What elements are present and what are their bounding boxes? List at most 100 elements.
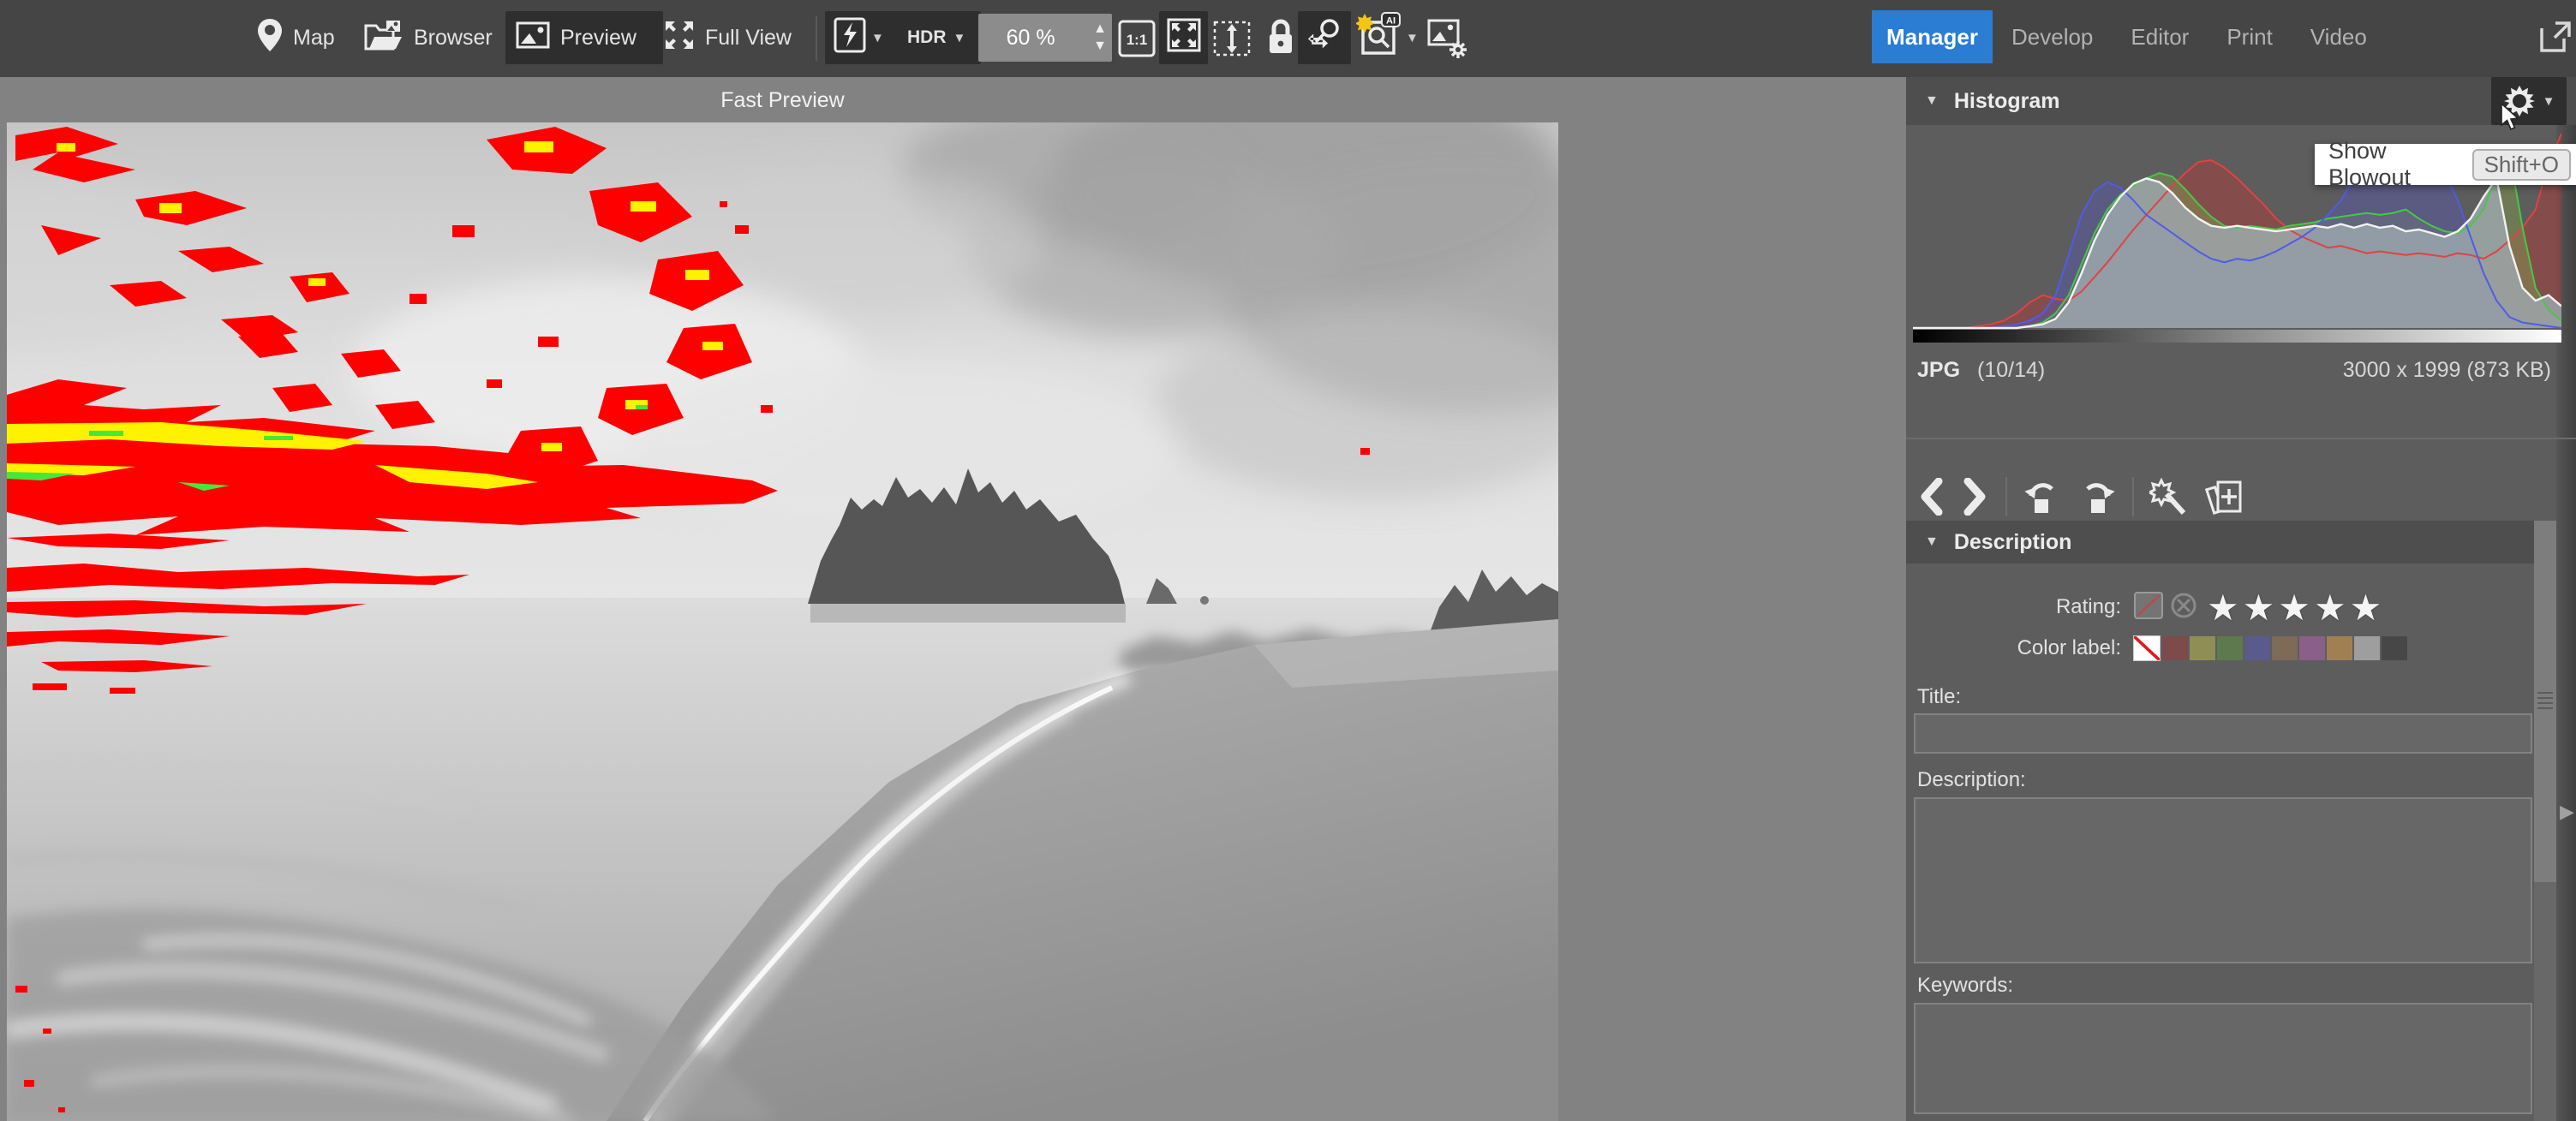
caret-down-icon: ▼ xyxy=(1406,31,1419,45)
zoom-spinner[interactable]: ▲ ▼ xyxy=(1093,21,1107,55)
spin-down-icon[interactable]: ▼ xyxy=(1093,38,1107,55)
color-swatch[interactable] xyxy=(2133,635,2161,661)
fit-arrows-icon xyxy=(1167,18,1201,58)
fast-preview-badge: Fast Preview xyxy=(7,88,1558,113)
quick-tools-row xyxy=(1916,476,2245,517)
color-swatch[interactable] xyxy=(2244,636,2270,660)
ratio-label: 1:1 xyxy=(1127,32,1148,48)
file-format: JPG xyxy=(1917,358,1960,383)
map-button[interactable]: Map xyxy=(257,11,335,64)
collapse-triangle-icon[interactable]: ▼ xyxy=(1925,93,1939,109)
lock-icon-button[interactable] xyxy=(1266,17,1295,61)
folder-image-icon xyxy=(364,19,403,57)
map-label: Map xyxy=(293,26,335,51)
rotate-left-button[interactable] xyxy=(2023,477,2062,516)
toolbar-separator xyxy=(816,16,817,61)
zoom-level-field[interactable]: 60 % ▲ ▼ xyxy=(978,14,1112,62)
preview-settings-button[interactable] xyxy=(1427,19,1468,63)
no-rating-icon[interactable] xyxy=(2169,591,2198,624)
previous-image-button[interactable] xyxy=(1916,478,1945,516)
histogram-section-header[interactable]: ▼ Histogram xyxy=(1906,77,2576,125)
color-swatch[interactable] xyxy=(2162,636,2188,660)
tooltip-shortcut-badge: Shift+O xyxy=(2472,149,2571,181)
tab-editor[interactable]: Editor xyxy=(2112,10,2208,63)
description-textarea[interactable] xyxy=(1914,797,2532,963)
description-title: Description xyxy=(1954,530,2072,555)
description-label: Description: xyxy=(1917,768,2026,792)
full-view-label: Full View xyxy=(705,26,792,51)
rating-label: Rating: xyxy=(1917,595,2133,619)
quick-edits-wand-button[interactable] xyxy=(2149,477,2189,516)
description-section-header[interactable]: ▼ Description xyxy=(1906,521,2534,563)
file-info-row: JPG (10/14) 3000 x 1999 (873 KB) xyxy=(1917,358,2551,383)
hdr-dropdown-button[interactable]: HDR ▼ xyxy=(897,11,981,64)
caret-down-icon: ▼ xyxy=(953,31,966,45)
map-pin-icon xyxy=(257,18,283,58)
preview-label: Preview xyxy=(560,26,637,51)
color-label-label: Color label: xyxy=(1917,636,2133,660)
color-label-row: Color label: xyxy=(1917,634,2532,663)
undock-window-button[interactable] xyxy=(2540,21,2571,57)
module-tabs: Manager Develop Editor Print Video xyxy=(1872,10,2386,63)
rating-row: Rating: ★★★★★ xyxy=(1917,587,2532,627)
color-swatch[interactable] xyxy=(2272,636,2298,660)
tab-manager[interactable]: Manager xyxy=(1872,10,1993,63)
mouse-cursor xyxy=(2500,103,2522,138)
tab-video[interactable]: Video xyxy=(2292,10,2386,63)
next-image-button[interactable] xyxy=(1961,478,1990,516)
title-label: Title: xyxy=(1917,685,1961,709)
color-swatch[interactable] xyxy=(2327,636,2352,660)
color-swatch[interactable] xyxy=(2382,636,2407,660)
one-to-one-zoom-button[interactable]: 1:1 xyxy=(1118,20,1156,62)
tools-separator xyxy=(2132,477,2134,516)
panel-divider xyxy=(1906,438,2576,439)
expand-arrows-icon xyxy=(664,20,695,57)
compare-zoom-button[interactable] xyxy=(1298,11,1351,64)
title-input[interactable] xyxy=(1914,713,2532,754)
application-window: Map Browser Preview Full View ▼ HDR ▼ 60… xyxy=(0,0,2576,1121)
preview-photo[interactable] xyxy=(7,122,1558,1121)
spin-up-icon[interactable]: ▲ xyxy=(1093,21,1107,38)
tools-separator xyxy=(2005,477,2007,516)
histogram-title: Histogram xyxy=(1954,89,2060,114)
keywords-label: Keywords: xyxy=(1917,974,2013,998)
keywords-textarea[interactable] xyxy=(1914,1003,2532,1114)
file-dimensions: 3000 x 1999 (873 KB) xyxy=(2343,358,2551,383)
add-to-album-button[interactable] xyxy=(2204,477,2245,516)
clear-rating-button[interactable] xyxy=(2133,591,2164,624)
caret-down-icon[interactable]: ▼ xyxy=(2543,94,2555,109)
collapse-triangle-icon[interactable]: ▼ xyxy=(1925,534,1939,550)
fit-to-view-button[interactable] xyxy=(1159,11,1208,64)
zoom-value: 60 % xyxy=(978,26,1083,51)
collapse-panel-arrow-icon[interactable]: ▶ xyxy=(2560,801,2574,823)
scrollbar-thumb[interactable] xyxy=(2534,521,2556,882)
image-icon xyxy=(516,21,550,55)
fast-preview-toggle-button[interactable]: ▼ xyxy=(825,11,900,64)
lightning-icon xyxy=(834,16,866,60)
magnifier-swap-icon xyxy=(1306,16,1343,60)
color-swatch-strip xyxy=(2133,635,2409,661)
color-swatch[interactable] xyxy=(2217,636,2243,660)
fit-width-button[interactable] xyxy=(1213,21,1251,61)
full-view-button[interactable]: Full View xyxy=(664,11,792,64)
preview-button[interactable]: Preview xyxy=(505,11,663,64)
color-swatch[interactable] xyxy=(2354,636,2380,660)
tooltip-label: Show Blowout xyxy=(2328,138,2460,191)
ai-search-button[interactable]: AI ▼ xyxy=(1356,11,1419,64)
file-index: (10/14) xyxy=(1977,358,2045,383)
hdr-label: HDR xyxy=(907,27,947,48)
show-blowout-tooltip: Show Blowout Shift+O xyxy=(2315,144,2576,185)
caret-down-icon: ▼ xyxy=(871,31,884,45)
browser-label: Browser xyxy=(414,26,493,51)
color-swatch[interactable] xyxy=(2190,636,2215,660)
star-rating[interactable]: ★★★★★ xyxy=(2207,587,2385,629)
tone-gradient-bar xyxy=(1913,330,2561,343)
rotate-right-button[interactable] xyxy=(2077,477,2117,516)
tab-develop[interactable]: Develop xyxy=(1993,10,2112,63)
color-swatch[interactable] xyxy=(2299,636,2325,660)
tab-print[interactable]: Print xyxy=(2208,10,2291,63)
ai-badge-label: AI xyxy=(1386,15,1396,26)
ai-magnifier-icon: AI xyxy=(1356,12,1401,64)
panel-scrollbar[interactable] xyxy=(2534,521,2556,1121)
browser-button[interactable]: Browser xyxy=(364,11,493,64)
